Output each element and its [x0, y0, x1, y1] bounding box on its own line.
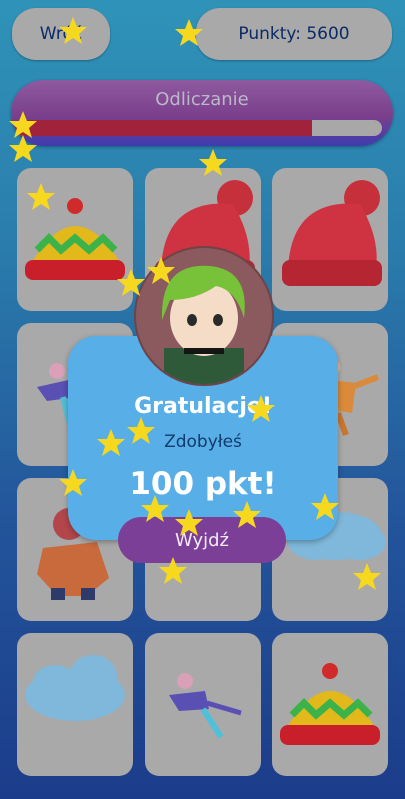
star-icon [147, 257, 175, 284]
star-icon [59, 17, 87, 44]
ice-skater-icon [169, 673, 242, 739]
dialog-title: Gratulacje! [134, 394, 272, 419]
star-icon [175, 19, 203, 46]
memory-card[interactable] [145, 633, 261, 776]
knit-hat-icon [282, 180, 382, 286]
star-icon [247, 395, 275, 422]
points-earned: 100 pkt! [129, 466, 277, 502]
countdown-label: Odliczanie [155, 89, 249, 110]
star-icon [9, 135, 37, 162]
memory-card[interactable] [272, 633, 388, 776]
winter-hat-icon [280, 663, 380, 745]
star-icon [59, 469, 87, 496]
star-icon [27, 183, 55, 210]
star-icon [159, 557, 187, 584]
score-label: Punkty: 5600 [238, 24, 350, 44]
countdown-progress-fill [15, 120, 313, 136]
star-icon [117, 269, 145, 296]
star-icon [199, 149, 227, 176]
cloud-icon [25, 655, 125, 721]
countdown-panel: Odliczanie [11, 80, 393, 146]
countdown-progress-bar [15, 120, 382, 136]
star-icon [175, 509, 203, 536]
memory-card[interactable] [17, 633, 133, 776]
star-icon [141, 495, 169, 522]
star-icon [353, 563, 381, 590]
memory-card[interactable] [272, 168, 388, 311]
star-icon [311, 493, 339, 520]
star-icon [233, 501, 261, 528]
star-icon [97, 429, 125, 456]
score-display: Punkty: 5600 [196, 8, 392, 60]
star-icon [127, 417, 155, 444]
